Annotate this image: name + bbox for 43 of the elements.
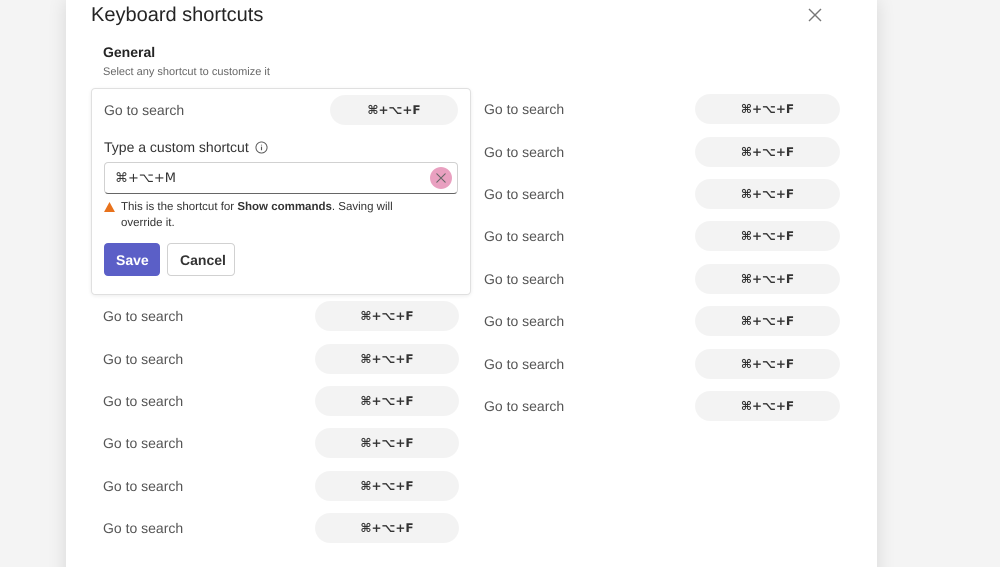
- shortcut-keys[interactable]: ⌘+⌥+F: [315, 386, 459, 416]
- save-button[interactable]: Save: [104, 243, 160, 276]
- info-icon: [254, 140, 268, 154]
- clear-icon: [435, 172, 447, 184]
- shortcut-action: Go to search: [484, 313, 564, 330]
- shortcut-action: Go to search: [103, 520, 184, 536]
- shortcut-keys[interactable]: ⌘+⌥+F: [695, 136, 840, 167]
- shortcut-action: Go to search: [103, 308, 184, 324]
- shortcut-keys[interactable]: ⌘+⌥+F: [315, 470, 459, 501]
- shortcut-action: Go to search: [484, 144, 564, 160]
- shortcut-keys[interactable]: ⌘+⌥+F: [695, 178, 840, 209]
- shortcut-action: Go to search: [484, 398, 564, 414]
- cancel-button[interactable]: Cancel: [167, 243, 235, 276]
- shortcut-input-field[interactable]: ⌘+⌥+M: [104, 162, 458, 194]
- shortcut-action: Go to search: [484, 186, 564, 202]
- section-title: General: [103, 44, 156, 60]
- shortcut-action: Go to search: [484, 101, 564, 118]
- shortcut-keys[interactable]: ⌘+⌥+F: [695, 348, 840, 379]
- shortcut-keys[interactable]: ⌘+⌥+F: [695, 306, 840, 336]
- shortcut-keys[interactable]: ⌘+⌥+F: [695, 264, 840, 294]
- shortcut-keys[interactable]: ⌘+⌥+F: [330, 95, 458, 126]
- shortcut-keys[interactable]: ⌘+⌥+F: [315, 344, 459, 374]
- shortcut-keys[interactable]: ⌘+⌥+F: [695, 221, 840, 252]
- warning-icon: [104, 202, 115, 212]
- section-hint: Select any shortcut to customize it: [103, 66, 271, 78]
- shortcut-action: Go to search: [103, 478, 184, 494]
- shortcut-keys[interactable]: ⌘+⌥+F: [315, 428, 459, 458]
- shortcut-action: Go to search: [484, 228, 564, 244]
- shortcut-keys[interactable]: ⌘+⌥+F: [695, 390, 840, 421]
- shortcut-keys[interactable]: ⌘+⌥+F: [315, 301, 459, 332]
- field-label: Type a custom shortcut: [104, 139, 249, 156]
- shortcut-action: Go to search: [103, 350, 184, 367]
- shortcut-action: Go to search: [103, 392, 184, 409]
- shortcut-action: Go to search: [484, 270, 564, 287]
- shortcut-action: Go to search: [103, 435, 184, 452]
- warning-message: This is the shortcut for Show commands. Saving will override it.: [121, 200, 394, 232]
- dialog-title: Keyboard shortcuts: [91, 4, 264, 26]
- shortcut-action: Go to search: [104, 102, 184, 118]
- shortcut-keys[interactable]: ⌘+⌥+F: [695, 94, 840, 124]
- shortcut-keys[interactable]: ⌘+⌥+F: [315, 513, 459, 544]
- shortcut-action: Go to search: [484, 356, 564, 372]
- close-icon: [807, 7, 823, 23]
- close-button[interactable]: [807, 7, 823, 23]
